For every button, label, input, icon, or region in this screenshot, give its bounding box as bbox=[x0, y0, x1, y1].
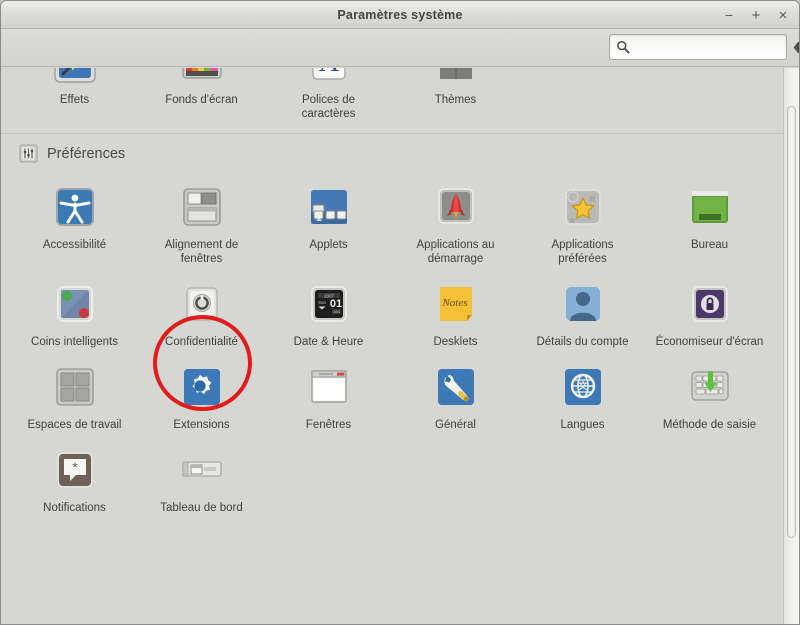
startup-applications-icon bbox=[432, 183, 480, 231]
wallpaper-icon bbox=[178, 68, 226, 86]
tile-extensions[interactable]: Extensions bbox=[138, 355, 265, 436]
notifications-icon: * bbox=[51, 446, 99, 494]
panel-icon bbox=[178, 446, 226, 494]
window-title: Paramètres système bbox=[337, 7, 463, 22]
desktop-icon bbox=[686, 183, 734, 231]
tile-general[interactable]: Général bbox=[392, 355, 519, 436]
tile-label: Fonds d'écran bbox=[165, 94, 238, 106]
tile-label: Espaces de travail bbox=[27, 419, 122, 431]
date-time-icon: 2007 Sun 01 JAN bbox=[305, 280, 353, 328]
window-tiling-icon bbox=[178, 183, 226, 231]
tile-label: Applets bbox=[309, 239, 348, 251]
tile-label: Applications préférées bbox=[551, 239, 614, 265]
tile-label: Détails du compte bbox=[536, 336, 629, 348]
tile-date-heure[interactable]: 2007 Sun 01 JAN Date & Heure bbox=[265, 272, 392, 353]
extensions-icon bbox=[178, 363, 226, 411]
tile-label: Méthode de saisie bbox=[662, 419, 757, 431]
tile-alignement-de-fenetres[interactable]: Alignement de fenêtres bbox=[138, 175, 265, 270]
toolbar bbox=[1, 29, 799, 67]
account-details-icon bbox=[559, 280, 607, 328]
svg-text:文: 文 bbox=[577, 380, 588, 391]
maximize-button[interactable]: + bbox=[748, 7, 764, 23]
svg-text:JAN: JAN bbox=[332, 309, 340, 314]
settings-content: Effets Fonds d'écran Polices de caractèr… bbox=[1, 68, 799, 624]
search-input[interactable] bbox=[630, 36, 793, 58]
tile-applications-preferees[interactable]: Applications préférées bbox=[519, 175, 646, 270]
tile-polices-de-caracteres[interactable]: A Polices de caractères bbox=[265, 68, 392, 125]
section-grid-apparence: Effets Fonds d'écran Polices de caractèr… bbox=[1, 68, 783, 125]
tile-details-du-compte[interactable]: Détails du compte bbox=[519, 272, 646, 353]
tile-applets[interactable]: Applets bbox=[265, 175, 392, 270]
titlebar: Paramètres système − + × bbox=[1, 1, 799, 29]
tile-coins-intelligents[interactable]: Coins intelligents bbox=[11, 272, 138, 353]
tile-tableau-de-bord[interactable]: Tableau de bord bbox=[138, 438, 265, 519]
tile-label: Applications au démarrage bbox=[416, 239, 495, 265]
tile-langues[interactable]: 文 Langues bbox=[519, 355, 646, 436]
tile-economiseur-decran[interactable]: Économiseur d'écran bbox=[646, 272, 773, 353]
tile-accessibilite[interactable]: Accessibilité bbox=[11, 175, 138, 270]
minimize-button[interactable]: − bbox=[721, 7, 737, 23]
section-grid-preferences: Accessibilité Alignement de fenêtres App… bbox=[1, 171, 783, 519]
svg-text:Sun: Sun bbox=[318, 300, 326, 305]
desklets-icon: Notes bbox=[432, 280, 480, 328]
vertical-scrollbar[interactable] bbox=[783, 68, 799, 624]
tile-label: Confidentialité bbox=[165, 336, 238, 348]
themes-icon bbox=[432, 68, 480, 86]
input-method-icon bbox=[686, 363, 734, 411]
tile-fenetres[interactable]: Fenêtres bbox=[265, 355, 392, 436]
tile-label: Thèmes bbox=[434, 94, 477, 106]
tile-bureau[interactable]: Bureau bbox=[646, 175, 773, 270]
privacy-icon bbox=[178, 280, 226, 328]
tile-label: Notifications bbox=[43, 502, 106, 514]
scroll-inner: Effets Fonds d'écran Polices de caractèr… bbox=[1, 68, 783, 529]
scrollbar-thumb[interactable] bbox=[787, 106, 796, 538]
languages-icon: 文 bbox=[559, 363, 607, 411]
svg-text:Notes: Notes bbox=[441, 297, 467, 309]
general-icon bbox=[432, 363, 480, 411]
tile-label: Bureau bbox=[690, 239, 729, 251]
section-header-preferences: Préférences bbox=[1, 133, 783, 171]
accessibility-icon bbox=[51, 183, 99, 231]
tile-label: Fenêtres bbox=[305, 419, 352, 431]
tile-espaces-de-travail[interactable]: Espaces de travail bbox=[11, 355, 138, 436]
search-icon bbox=[616, 40, 630, 54]
tile-label: Accessibilité bbox=[42, 239, 107, 251]
window-controls: − + × bbox=[721, 1, 791, 29]
fonts-icon: A bbox=[305, 68, 353, 86]
tile-label: Tableau de bord bbox=[160, 502, 243, 514]
screensaver-icon bbox=[686, 280, 734, 328]
effects-icon bbox=[51, 68, 99, 86]
tile-label: Économiseur d'écran bbox=[655, 336, 764, 348]
tile-confidentialite[interactable]: Confidentialité bbox=[138, 272, 265, 353]
tile-label: Alignement de fenêtres bbox=[164, 239, 239, 265]
tile-label: Desklets bbox=[433, 336, 478, 348]
tile-label: Langues bbox=[560, 419, 605, 431]
section-header-label: Préférences bbox=[47, 145, 126, 162]
tile-label: Extensions bbox=[173, 419, 230, 431]
tile-fonds-decran[interactable]: Fonds d'écran bbox=[138, 68, 265, 125]
tile-label: Polices de caractères bbox=[301, 94, 356, 120]
tile-themes[interactable]: Thèmes bbox=[392, 68, 519, 125]
clear-icon[interactable] bbox=[793, 41, 799, 54]
tile-label: Général bbox=[435, 419, 476, 431]
svg-text:*: * bbox=[72, 459, 78, 475]
system-settings-window: Paramètres système − + × Effets Fonds d'… bbox=[0, 0, 800, 625]
preferences-icon bbox=[19, 144, 38, 163]
tile-desklets[interactable]: Notes Desklets bbox=[392, 272, 519, 353]
search-box[interactable] bbox=[609, 34, 799, 60]
tile-applications-au-demarrage[interactable]: Applications au démarrage bbox=[392, 175, 519, 270]
tile-label: Effets bbox=[59, 94, 90, 106]
tile-effets[interactable]: Effets bbox=[11, 68, 138, 125]
hot-corners-icon bbox=[51, 280, 99, 328]
tile-methode-de-saisie[interactable]: Méthode de saisie bbox=[646, 355, 773, 436]
tile-label: Date & Heure bbox=[293, 336, 364, 348]
applets-icon bbox=[305, 183, 353, 231]
windows-icon bbox=[305, 363, 353, 411]
workspaces-icon bbox=[51, 363, 99, 411]
tile-notifications[interactable]: * Notifications bbox=[11, 438, 138, 519]
tile-label: Coins intelligents bbox=[31, 336, 118, 348]
svg-text:A: A bbox=[318, 68, 339, 78]
close-button[interactable]: × bbox=[775, 7, 791, 23]
preferred-applications-icon bbox=[559, 183, 607, 231]
